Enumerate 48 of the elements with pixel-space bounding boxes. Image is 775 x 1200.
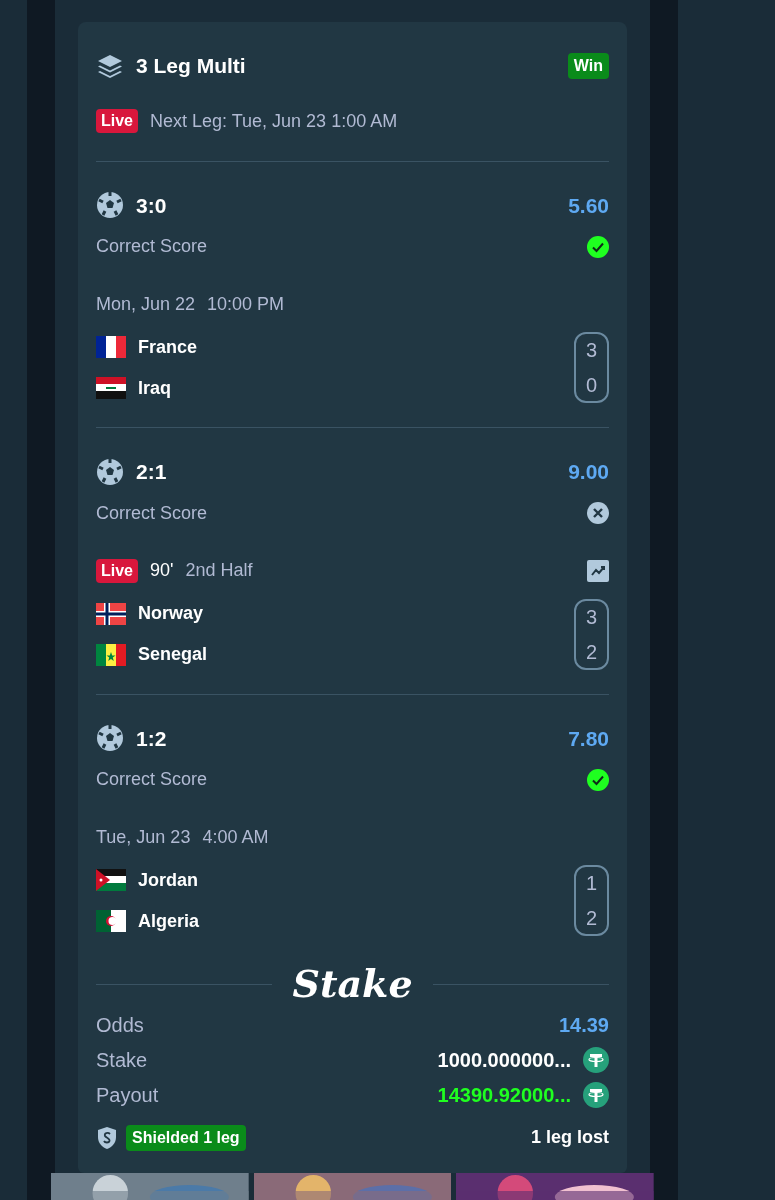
- summary-label: Payout: [96, 1083, 159, 1108]
- score-text: 2: [585, 908, 598, 928]
- odds-text: 5.60: [568, 192, 609, 219]
- team-name: Norway: [138, 602, 204, 625]
- shielded-badge: Shielded 1 leg: [126, 1124, 246, 1151]
- summary-label: Odds: [96, 1013, 144, 1038]
- stats-icon: [587, 559, 609, 582]
- market-text: Correct Score: [96, 501, 208, 525]
- summary-label: Stake: [96, 1048, 148, 1073]
- stake-logo: Stake: [292, 962, 413, 1006]
- soccer-ball-icon: [96, 191, 124, 220]
- odds-text: 7.80: [568, 725, 609, 752]
- match-time-text: Mon, Jun 22: [96, 292, 196, 316]
- score-text: 3: [585, 606, 598, 627]
- team-name: Algeria: [138, 909, 200, 933]
- shield-icon: [96, 1125, 118, 1150]
- score-text: 3: [585, 340, 598, 360]
- selection-text: 2:1: [136, 459, 167, 485]
- market-text: Correct Score: [96, 768, 208, 791]
- match-time-text: 4:00 AM: [202, 825, 269, 849]
- bet-title: 3 Leg Multi: [136, 53, 246, 79]
- market-text: Correct Score: [96, 235, 208, 258]
- selection-text: 3:0: [136, 192, 167, 219]
- match-time-text: 10:00 PM: [207, 292, 285, 316]
- match-time-text: Tue, Jun 23: [96, 825, 191, 849]
- tether-coin-icon: [583, 1082, 609, 1108]
- score-text: 0: [585, 375, 598, 395]
- team-name: Iraq: [138, 376, 171, 400]
- match-time-text: 2nd Half: [185, 559, 253, 582]
- score-text: 2: [585, 641, 598, 662]
- win-badge: Win: [567, 52, 609, 79]
- score-text: 1: [585, 873, 598, 893]
- odds-text: 9.00: [568, 459, 609, 485]
- summary-value: 1000.000000...: [437, 1048, 571, 1073]
- summary-value: 14.39: [558, 1013, 609, 1038]
- team-name: France: [138, 335, 198, 359]
- live-badge: Live: [96, 109, 138, 133]
- team-name: Jordan: [138, 868, 198, 892]
- legs-lost-text: 1 leg lost: [530, 1126, 609, 1149]
- soccer-ball-icon: [96, 457, 124, 486]
- soccer-ball-icon: [96, 724, 124, 753]
- team-name: Senegal: [138, 643, 208, 666]
- selection-text: 1:2: [136, 725, 167, 752]
- tether-coin-icon: [583, 1047, 609, 1073]
- next-leg-text: Next Leg: Tue, Jun 23 1:00 AM: [150, 109, 398, 133]
- summary-value: 14390.92000...: [437, 1083, 571, 1108]
- match-time-text: 90': [150, 559, 174, 582]
- live-badge: Live: [96, 558, 138, 583]
